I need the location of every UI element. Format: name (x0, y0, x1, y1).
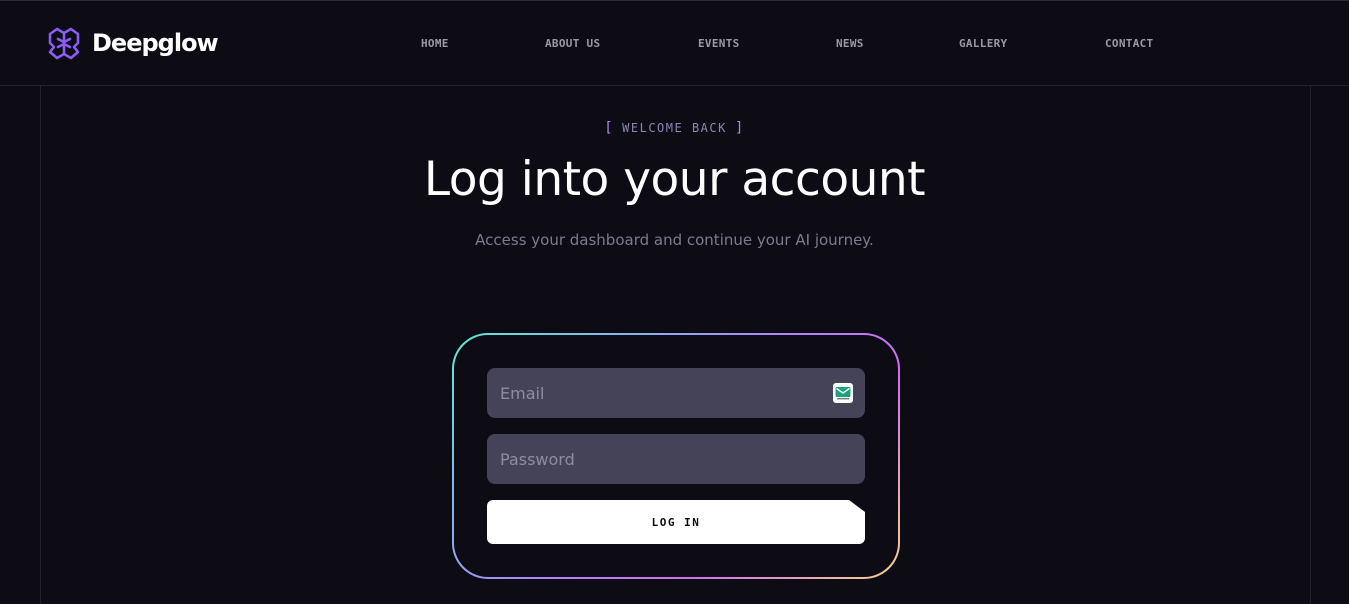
nav-home[interactable]: HOME (421, 37, 449, 50)
email-field-wrapper (487, 368, 865, 418)
welcome-eyebrow: [ WELCOME BACK] (0, 120, 1349, 136)
eyebrow-bracket-close: ] (734, 120, 745, 136)
brain-icon (48, 27, 80, 60)
site-header: Deepglow HOME ABOUT US EVENTS NEWS GALLE… (0, 0, 1349, 86)
email-autofill-icon[interactable] (833, 383, 853, 403)
password-input[interactable] (487, 434, 865, 484)
login-page: Deepglow HOME ABOUT US EVENTS NEWS GALLE… (0, 0, 1349, 604)
page-subtitle: Access your dashboard and continue your … (475, 231, 874, 249)
password-field-wrapper (487, 434, 865, 484)
eyebrow-bracket-open: [ (604, 120, 615, 136)
nav-gallery[interactable]: GALLERY (959, 37, 1007, 50)
login-button[interactable]: LOG IN (487, 500, 865, 544)
envelope-icon (835, 387, 851, 400)
page-title: Log into your account (423, 152, 926, 207)
login-card-border: LOG IN (452, 333, 900, 579)
brand-name: Deepglow (92, 29, 219, 57)
eyebrow-text: WELCOME BACK (622, 121, 727, 135)
nav-contact[interactable]: CONTACT (1105, 37, 1153, 50)
nav-news[interactable]: NEWS (836, 37, 864, 50)
brand-logo-link[interactable]: Deepglow (46, 25, 219, 61)
nav-about-us[interactable]: ABOUT US (545, 37, 600, 50)
email-input[interactable] (487, 368, 865, 418)
login-form: LOG IN (454, 335, 898, 577)
nav-events[interactable]: EVENTS (698, 37, 740, 50)
